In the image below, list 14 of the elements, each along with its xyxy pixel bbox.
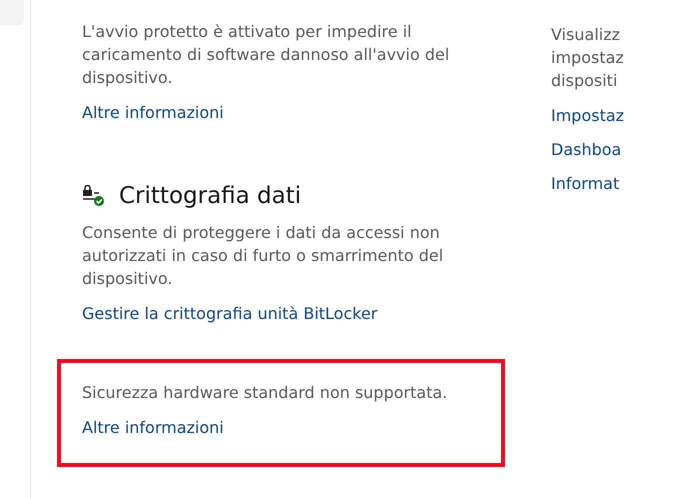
section-title: Crittografia dati: [119, 183, 302, 209]
link[interactable]: Gestire la crittografia unità BitLocker: [82, 304, 378, 324]
link[interactable]: Altre informazioni: [82, 103, 224, 123]
lock-shield-icon: [82, 185, 105, 207]
link[interactable]: Informat: [551, 174, 620, 194]
description-line: impostaz: [551, 47, 624, 69]
description-line: Visualizz: [551, 24, 620, 46]
description: Sicurezza hardware standard non supportata.: [82, 382, 448, 404]
link[interactable]: Dashboa: [551, 140, 622, 160]
description: L'avvio protetto è attivato per impedire il caricamento di software dannoso all'avvio del dispositivo.: [82, 21, 450, 89]
description-line: dispositi: [551, 70, 618, 92]
link[interactable]: Impostaz: [551, 106, 624, 126]
description: Consente di proteggere i dati da accessi non autorizzati in caso di furto o smarrimento del dispositivo.: [82, 222, 444, 290]
link[interactable]: Altre informazioni: [82, 418, 224, 438]
